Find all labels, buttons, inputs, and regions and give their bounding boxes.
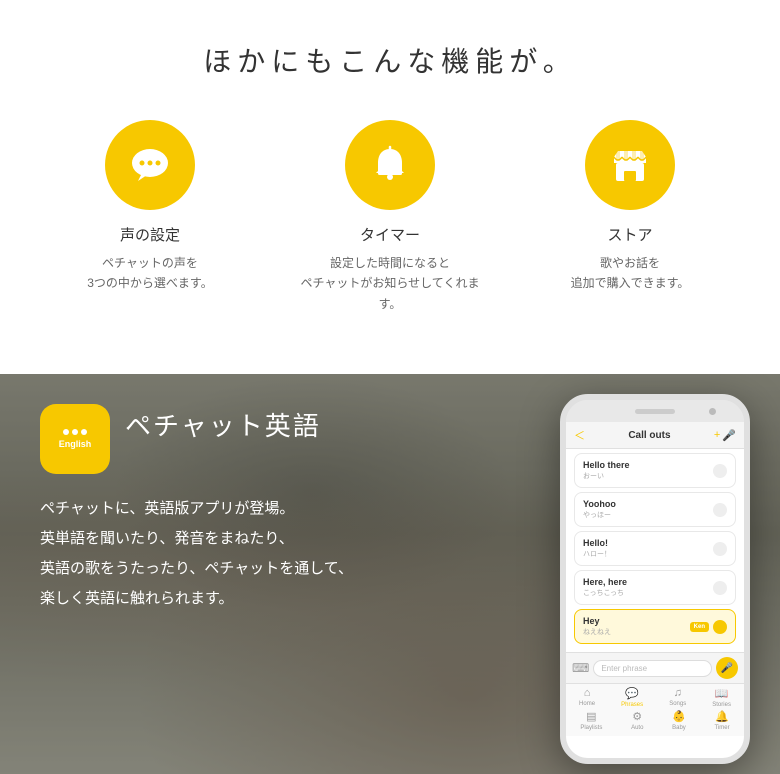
callout-sub-2: ハロー！ [583,549,727,559]
nav-baby-label: Baby [672,725,686,731]
stories-icon: 📖 [715,687,729,700]
phrases-icon: 💬 [625,687,639,700]
feature-voice: 声の設定 ペチャットの声を3つの中から選べます。 [60,120,240,314]
mic-button[interactable]: 🎤 [716,657,738,679]
badge-label: English [59,439,92,449]
app-add-button[interactable]: + 🎤 [714,429,736,442]
store-title: ストア [607,224,652,245]
mic-icon-small: 🎤 [722,429,736,442]
store-icon-circle [585,120,675,210]
auto-icon: ⚙ [632,710,642,723]
body-line-2: 英単語を聞いたり、発音をまねたり、 [40,524,353,554]
voice-title: 声の設定 [120,224,180,245]
top-section: ほかにもこんな機能が。 声の設定 ペチャットの声を3つの中から選べます。 [0,0,780,374]
nav-stories-label: Stories [712,702,731,708]
store-desc: 歌やお話を追加で購入できます。 [571,253,690,294]
store-icon [608,143,652,187]
nav-row-1: ⌂ Home 💬 Phrases ♫ Songs 📖 Stories [566,687,744,708]
english-app-badge[interactable]: English [40,404,110,474]
home-icon: ⌂ [584,687,591,699]
nav-phrases-label: Phrases [621,702,643,708]
nav-auto[interactable]: ⚙ Auto [631,710,643,731]
callout-dot-4 [713,620,727,634]
callout-dot-3 [713,581,727,595]
phone-speaker [635,409,675,414]
app-header-title: Call outs [628,430,670,441]
body-line-1: ペチャットに、英語版アプリが登場。 [40,494,353,524]
nav-baby[interactable]: 👶 Baby [672,710,686,731]
body-line-3: 英語の歌をうたったり、ペチャットを通して、 [40,554,353,584]
nav-auto-label: Auto [631,725,643,731]
nav-row-2: ▤ Playlists ⚙ Auto 👶 Baby 🔔 Timer [566,710,744,731]
chat-icon [128,143,172,187]
callout-dot-0 [713,464,727,478]
songs-icon: ♫ [674,687,682,699]
nav-songs-label: Songs [669,701,686,707]
playlists-icon: ▤ [586,710,596,723]
ken-badge: Ken [690,622,709,632]
callout-sub-0: おーい [583,471,727,481]
callout-item-3[interactable]: Here, here こっちこっち [574,570,736,605]
bell-icon [368,143,412,187]
callout-sub-3: こっちこっち [583,588,727,598]
app-header: ＜ Call outs + 🎤 [566,422,744,449]
nav-timer[interactable]: 🔔 Timer [715,710,730,731]
nav-songs[interactable]: ♫ Songs [669,687,686,708]
feature-timer: タイマー 設定した時間になるとペチャットがお知らせしてくれます。 [300,120,480,314]
baby-icon: 👶 [672,710,686,723]
main-title: ほかにもこんな機能が。 [20,40,760,80]
nav-home[interactable]: ⌂ Home [579,687,595,708]
section-body: ペチャットに、英語版アプリが登場。 英単語を聞いたり、発音をまねたり、 英語の歌… [40,494,353,614]
callout-title-0: Hello there [583,460,727,470]
section-title: ペチャット英語 [125,406,321,443]
callout-title-1: Yoohoo [583,499,727,509]
nav-phrases[interactable]: 💬 Phrases [621,687,643,708]
phone-top-bar [566,400,744,422]
dot-3 [81,429,87,435]
callout-title-2: Hello! [583,538,727,548]
nav-timer-label: Timer [715,725,730,731]
input-bar: ⌨ Enter phrase 🎤 [566,652,744,683]
timer-icon: 🔔 [715,710,729,723]
callout-item-2[interactable]: Hello! ハロー！ [574,531,736,566]
bottom-nav: ⌂ Home 💬 Phrases ♫ Songs 📖 Stories [566,683,744,736]
callout-item-0[interactable]: Hello there おーい [574,453,736,488]
keyboard-icon[interactable]: ⌨ [572,661,589,675]
callout-item-1[interactable]: Yoohoo やっほー [574,492,736,527]
timer-desc: 設定した時間になるとペチャットがお知らせしてくれます。 [300,253,480,314]
callout-dot-2 [713,542,727,556]
app-back-button[interactable]: ＜ [574,427,585,443]
nav-stories[interactable]: 📖 Stories [712,687,731,708]
nav-playlists-label: Playlists [580,725,602,731]
voice-desc: ペチャットの声を3つの中から選べます。 [87,253,212,294]
phrase-input[interactable]: Enter phrase [593,660,712,677]
mic-icon: 🎤 [721,663,733,674]
phone-mockup: ＜ Call outs + 🎤 Hello there おーい Yoohoo や… [560,394,750,764]
bottom-section: English ペチャット英語 ペチャットに、英語版アプリが登場。 英単語を聞い… [0,374,780,774]
phone-camera [709,408,716,415]
feature-store: ストア 歌やお話を追加で購入できます。 [540,120,720,314]
phone-screen: ＜ Call outs + 🎤 Hello there おーい Yoohoo や… [566,422,744,758]
voice-icon-circle [105,120,195,210]
callout-list: Hello there おーい Yoohoo やっほー Hello! ハロー！ … [566,449,744,652]
nav-home-label: Home [579,701,595,707]
add-icon: + [714,429,720,441]
timer-title: タイマー [360,224,420,245]
features-row: 声の設定 ペチャットの声を3つの中から選べます。 タイマー 設定した時間になると… [20,120,760,314]
dot-1 [63,429,69,435]
body-line-4: 楽しく英語に触れられます。 [40,584,353,614]
callout-title-3: Here, here [583,577,727,587]
nav-playlists[interactable]: ▤ Playlists [580,710,602,731]
dot-2 [72,429,78,435]
callout-sub-1: やっほー [583,510,727,520]
badge-dots [63,429,87,435]
callout-dot-1 [713,503,727,517]
callout-item-4[interactable]: Hey ねえねえ Ken [574,609,736,644]
timer-icon-circle [345,120,435,210]
